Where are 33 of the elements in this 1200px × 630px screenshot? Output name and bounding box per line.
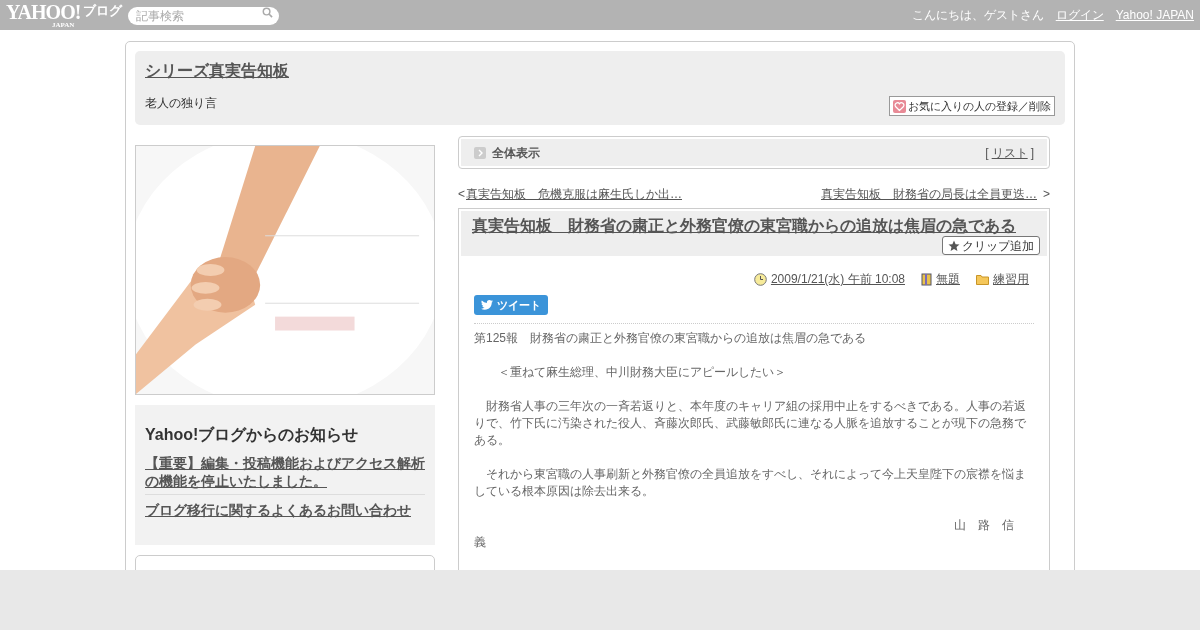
article-paragraph: 第125報 財務省の粛正と外務官僚の東宮職からの追放は焦眉の急である xyxy=(474,330,868,347)
prev-article-link[interactable]: 真実告知板 危機克服は麻生氏しか出… xyxy=(466,185,682,203)
blog-title[interactable]: シリーズ真実告知板 xyxy=(145,59,1055,83)
bird-icon xyxy=(481,300,493,310)
clock-icon xyxy=(753,272,767,286)
favorite-button[interactable]: お気に入りの人の登録／削除 xyxy=(889,96,1055,116)
date-link[interactable]: 2009/1/21(水) 午前 10:08 xyxy=(770,270,905,288)
search-icon[interactable] xyxy=(262,7,274,18)
category-link[interactable]: 練習用 xyxy=(993,270,1029,288)
greeting-text: こんにちは、ゲストさん xyxy=(911,7,1044,24)
book-icon xyxy=(921,272,932,286)
article-paragraph: それから東宮職の人事刷新と外務官僚の全員追放をすべし、それによって今上天皇陛下の宸襟を悩ましている根本原因は除去出来る。 xyxy=(474,466,1027,500)
star-icon xyxy=(948,239,960,252)
heart-icon xyxy=(893,99,906,113)
article-title[interactable]: 真実告知板 財務省の粛正と外務官僚の東宮職からの追放は焦眉の急である xyxy=(472,217,1016,234)
article-paragraph: ＜重ねて麻生総理、中川財務大臣にアピールしたい＞ xyxy=(497,364,787,381)
article-paragraph: 財務省人事の三年次の一斉若返りと、本年度のキャリア組の採用中止をするべきである。人事の若返りで、竹下氏に汚染された役人、斉藤次郎氏、武藤敏郎氏に連なる人脈を追放することが現下の急務である。 xyxy=(474,398,1027,449)
clip-button[interactable]: クリップ追加 xyxy=(942,236,1040,255)
prev-mark: < xyxy=(458,186,465,203)
search-field[interactable]: 記事検索 xyxy=(128,7,280,25)
next-mark: > xyxy=(1043,186,1050,203)
view-label: 全体表示 xyxy=(492,144,540,162)
notice-title: Yahoo!ブログからのお知らせ xyxy=(145,425,360,445)
folder-icon xyxy=(976,273,989,285)
list-link[interactable]: リスト xyxy=(991,143,1028,162)
signature-text: 山 路 信義 xyxy=(474,517,1015,551)
bracket-text: ] xyxy=(1030,144,1034,162)
next-article-link[interactable]: 真実告知板 財務省の局長は全員更迭… xyxy=(821,185,1037,203)
notice-link[interactable]: ブログ移行に関するよくあるお問い合わせ xyxy=(145,501,425,519)
theme-link[interactable]: 無題 xyxy=(936,270,960,288)
notice-link[interactable]: 【重要】編集・投稿機能およびアクセス解析の機能を停止いたしました。 xyxy=(145,454,425,490)
bracket-text: [ xyxy=(985,144,989,162)
blog-description: 老人の独り言 xyxy=(145,95,217,112)
